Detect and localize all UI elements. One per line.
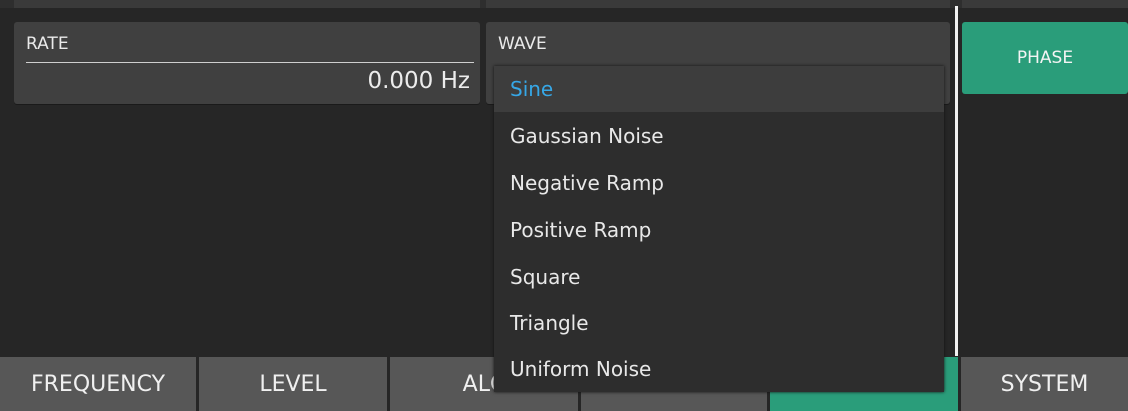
wave-option-square[interactable]: Square xyxy=(494,254,944,300)
wave-dropdown-list[interactable]: Sine Gaussian Noise Negative Ramp Positi… xyxy=(494,66,944,392)
wave-label: WAVE xyxy=(498,34,547,54)
wave-option-positive-ramp[interactable]: Positive Ramp xyxy=(494,207,944,253)
wave-option-gaussian-noise[interactable]: Gaussian Noise xyxy=(494,113,944,159)
wave-option-sine[interactable]: Sine xyxy=(494,66,944,112)
rate-field[interactable]: RATE 0.000 Hz xyxy=(14,22,480,104)
wave-option-triangle[interactable]: Triangle xyxy=(494,300,944,346)
tab-label: LEVEL xyxy=(259,371,327,397)
rate-label: RATE xyxy=(26,34,69,54)
top-strip-segment xyxy=(962,0,1128,8)
tab-level[interactable]: LEVEL xyxy=(199,357,387,411)
tab-frequency[interactable]: FREQUENCY xyxy=(0,357,196,411)
phase-button[interactable]: PHASE xyxy=(962,22,1128,94)
top-strip-segment xyxy=(14,0,480,8)
tab-label: SYSTEM xyxy=(1000,371,1089,397)
wave-option-negative-ramp[interactable]: Negative Ramp xyxy=(494,160,944,206)
panel-divider xyxy=(955,6,958,356)
wave-option-uniform-noise[interactable]: Uniform Noise xyxy=(494,346,944,392)
rate-value[interactable]: 0.000 Hz xyxy=(367,68,470,94)
phase-button-label: PHASE xyxy=(1016,48,1074,68)
rate-underline xyxy=(26,62,474,63)
top-strip xyxy=(0,0,1128,8)
top-strip-segment xyxy=(486,0,950,8)
tab-label: FREQUENCY xyxy=(30,371,166,397)
tab-system[interactable]: SYSTEM xyxy=(961,357,1128,411)
